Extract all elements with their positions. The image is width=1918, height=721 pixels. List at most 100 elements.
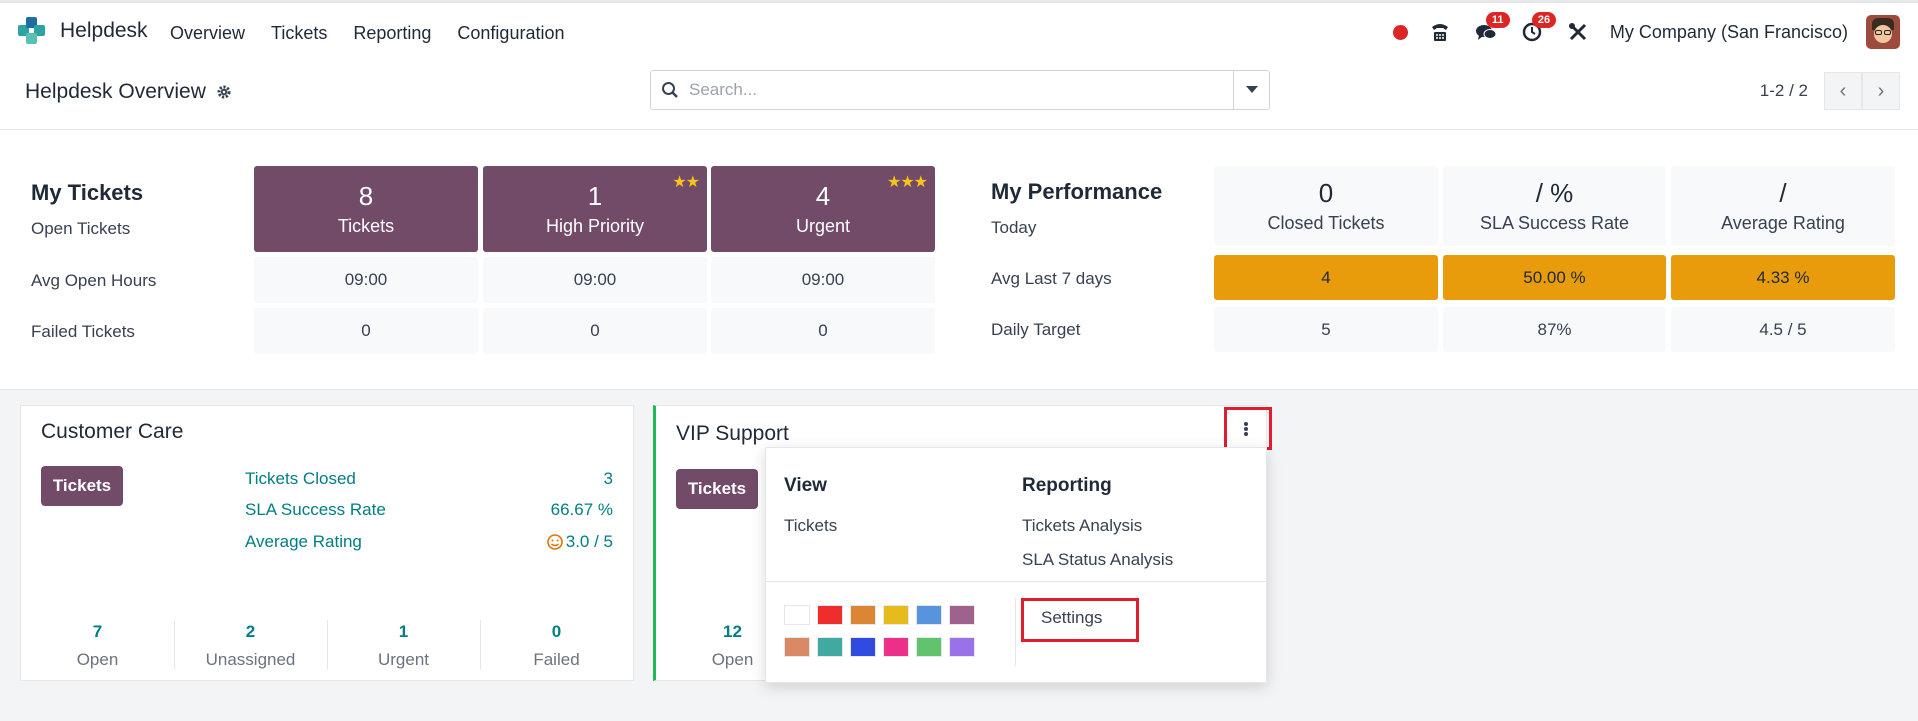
avg-hours-tickets[interactable]: 09:00 xyxy=(254,257,478,303)
color-swatch[interactable] xyxy=(850,605,876,625)
footer-open-count: 12 xyxy=(723,622,742,641)
color-swatch[interactable] xyxy=(949,605,975,625)
tickets-button[interactable]: Tickets xyxy=(676,469,758,509)
menu-overview[interactable]: Overview xyxy=(170,23,245,44)
smiley-icon xyxy=(546,534,563,550)
pager-next-button[interactable]: › xyxy=(1862,72,1900,110)
tools-icon[interactable] xyxy=(1564,18,1592,46)
my-tickets-open-cell[interactable]: 8 Tickets xyxy=(254,166,478,252)
dropdown-view-tickets[interactable]: Tickets xyxy=(784,516,837,536)
avg-hours-high-priority[interactable]: 09:00 xyxy=(483,257,707,303)
dropdown-view-heading: View xyxy=(784,475,827,496)
urgent-count: 4 xyxy=(815,181,831,211)
footer-urgent[interactable]: 1 Urgent xyxy=(327,622,480,670)
user-avatar[interactable] xyxy=(1866,15,1900,49)
color-swatch[interactable] xyxy=(883,637,909,657)
phone-icon[interactable] xyxy=(1426,18,1454,46)
footer-failed[interactable]: 0 Failed xyxy=(480,622,633,670)
stat-tickets-closed-label[interactable]: Tickets Closed xyxy=(245,469,356,489)
page-title-text: Helpdesk Overview xyxy=(25,80,206,103)
stat-sla-success-label[interactable]: SLA Success Rate xyxy=(245,500,386,520)
company-switcher[interactable]: My Company (San Francisco) xyxy=(1610,22,1848,43)
dropdown-tickets-analysis[interactable]: Tickets Analysis xyxy=(1022,516,1142,536)
average-rating-today: / xyxy=(1779,178,1787,208)
footer-failed-label: Failed xyxy=(533,650,580,669)
average-rating-label: Average Rating xyxy=(1721,213,1845,233)
footer-unassigned-count: 2 xyxy=(245,622,256,641)
closed-tickets-today: 0 xyxy=(1318,178,1334,208)
activities-icon[interactable]: 26 xyxy=(1518,12,1557,46)
perf-closed-avg7: 4 xyxy=(1214,255,1438,300)
row-label-avg-open-hours: Avg Open Hours xyxy=(31,271,157,290)
color-swatch[interactable] xyxy=(784,637,810,657)
color-swatch[interactable] xyxy=(916,605,942,625)
footer-failed-count: 0 xyxy=(551,622,562,641)
footer-urgent-count: 1 xyxy=(398,622,409,641)
footer-urgent-label: Urgent xyxy=(377,650,430,669)
activities-badge: 26 xyxy=(1531,12,1557,28)
helpdesk-logo-icon xyxy=(18,17,46,45)
chevron-right-icon: › xyxy=(1877,79,1885,102)
gear-icon[interactable] xyxy=(216,84,232,100)
my-performance-title: My Performance xyxy=(991,179,1163,204)
card-dropdown-menu: View Tickets Reporting Tickets Analysis … xyxy=(765,447,1267,683)
perf-closed-today: 0 Closed Tickets xyxy=(1214,166,1438,246)
row-label-open-tickets: Open Tickets xyxy=(31,219,131,238)
perf-rating-avg7: 4.33 % xyxy=(1671,255,1895,300)
stat-sla-success-value[interactable]: 66.67 % xyxy=(501,500,613,520)
team-card-customer-care: Customer Care Tickets Tickets Closed 3 S… xyxy=(20,405,634,681)
page-title: Helpdesk Overview xyxy=(25,80,232,104)
control-panel: Helpdesk Overview 1-2 / 2 ‹ › xyxy=(0,62,1918,130)
footer-unassigned-label: Unassigned xyxy=(205,650,296,669)
color-swatch[interactable] xyxy=(850,637,876,657)
color-swatch[interactable] xyxy=(916,637,942,657)
dashboard: My Tickets Open Tickets Avg Open Hours F… xyxy=(0,131,1918,390)
closed-tickets-label: Closed Tickets xyxy=(1267,213,1385,233)
avg-hours-urgent[interactable]: 09:00 xyxy=(711,257,935,303)
menu-configuration[interactable]: Configuration xyxy=(457,23,564,44)
row-label-failed-tickets: Failed Tickets xyxy=(31,322,135,341)
messages-icon[interactable]: 11 xyxy=(1472,12,1510,46)
footer-unassigned[interactable]: 2 Unassigned xyxy=(174,622,327,670)
three-star-icon: ★★★ xyxy=(886,174,928,191)
color-swatch[interactable] xyxy=(784,605,810,625)
app-brand[interactable]: Helpdesk xyxy=(18,17,148,45)
menu-reporting[interactable]: Reporting xyxy=(353,23,431,44)
recording-indicator-icon[interactable] xyxy=(1392,24,1408,40)
stat-average-rating-label[interactable]: Average Rating xyxy=(245,532,362,552)
perf-sla-avg7: 50.00 % xyxy=(1443,255,1666,300)
caret-down-icon xyxy=(1245,86,1258,93)
dropdown-sla-status-analysis[interactable]: SLA Status Analysis xyxy=(1022,550,1173,570)
stat-average-rating-value: 3.0 / 5 xyxy=(565,532,613,551)
failed-urgent[interactable]: 0 xyxy=(711,308,935,354)
highlight-box xyxy=(1224,407,1272,450)
perf-sla-today: / % SLA Success Rate xyxy=(1443,166,1666,246)
failed-high-priority[interactable]: 0 xyxy=(483,308,707,354)
pager-value[interactable]: 1-2 / 2 xyxy=(1760,81,1808,101)
color-swatch[interactable] xyxy=(817,605,843,625)
pager-previous-button[interactable]: ‹ xyxy=(1824,72,1862,110)
dropdown-vertical-divider xyxy=(1015,598,1016,666)
menu-tickets[interactable]: Tickets xyxy=(271,23,327,44)
app-name: Helpdesk xyxy=(60,19,148,42)
footer-open[interactable]: 7 Open xyxy=(21,622,174,670)
systray: 11 26 My Company (San Francisco) xyxy=(1392,12,1900,49)
perf-closed-target: 5 xyxy=(1214,307,1438,352)
dropdown-divider xyxy=(766,581,1266,582)
dropdown-reporting-heading: Reporting xyxy=(1022,475,1112,496)
search-input[interactable] xyxy=(689,71,1233,109)
my-tickets-urgent-cell[interactable]: ★★★ 4 Urgent xyxy=(711,166,935,252)
stat-tickets-closed-value[interactable]: 3 xyxy=(501,469,613,489)
search-options-toggle[interactable] xyxy=(1233,71,1269,109)
color-swatch[interactable] xyxy=(883,605,909,625)
top-navbar: Helpdesk Overview Tickets Reporting Conf… xyxy=(0,0,1918,62)
color-swatch[interactable] xyxy=(817,637,843,657)
stat-average-rating-value-wrap[interactable]: 3.0 / 5 xyxy=(501,532,613,552)
failed-tickets[interactable]: 0 xyxy=(254,308,478,354)
my-tickets-high-priority-cell[interactable]: ★★ 1 High Priority xyxy=(483,166,707,252)
two-star-icon: ★★ xyxy=(672,174,700,191)
sla-success-label: SLA Success Rate xyxy=(1479,213,1630,233)
messages-badge: 11 xyxy=(1485,12,1510,28)
color-swatch[interactable] xyxy=(949,637,975,657)
tickets-button[interactable]: Tickets xyxy=(41,466,123,506)
